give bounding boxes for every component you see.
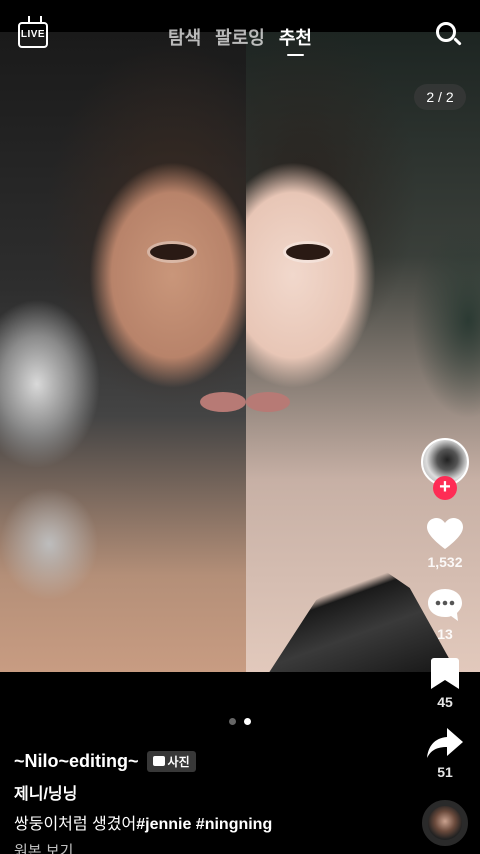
save-count: 45 <box>437 694 453 710</box>
music-disc[interactable] <box>422 800 468 846</box>
post-description: 쌍둥이처럼 생겼어#jennie #ningning <box>14 810 414 834</box>
eye-decoration <box>150 244 194 260</box>
top-nav: LIVE 탐색 팔로잉 추천 <box>0 0 480 70</box>
feed-tabs: 탐색 팔로잉 추천 <box>0 24 480 56</box>
description-text: 쌍둥이처럼 생겼어 <box>14 816 137 833</box>
share-button[interactable]: 51 <box>420 728 470 788</box>
post-title: 제니/닝닝 <box>14 786 78 803</box>
tab-following[interactable]: 팔로잉 <box>215 24 265 56</box>
comment-icon <box>428 589 462 621</box>
tab-for-you[interactable]: 추천 <box>279 24 312 56</box>
bookmark-icon <box>431 658 459 689</box>
tab-explore[interactable]: 탐색 <box>168 24 201 56</box>
share-count: 51 <box>437 764 453 780</box>
comment-button[interactable]: 13 <box>420 588 470 648</box>
show-original-link[interactable]: 원본 보기 <box>14 840 414 854</box>
author-row: ~Nilo~editing~ 사진 <box>14 748 414 774</box>
post-caption: ~Nilo~editing~ 사진 제니/닝닝 쌍둥이처럼 생겼어#jennie… <box>14 748 414 854</box>
comment-count: 13 <box>437 626 453 642</box>
photo-icon <box>152 756 165 766</box>
photo-badge-label: 사진 <box>167 754 190 769</box>
carousel-indicator <box>0 718 480 725</box>
carousel-dot <box>229 718 236 725</box>
creator-avatar-button[interactable]: + <box>420 438 470 500</box>
page-counter: 2 / 2 <box>414 84 466 110</box>
photo-mode-badge: 사진 <box>146 750 196 772</box>
lip-decoration <box>200 392 246 412</box>
save-button[interactable]: 45 <box>420 658 470 718</box>
post-photo[interactable] <box>0 32 480 672</box>
follow-plus-icon[interactable]: + <box>433 476 457 500</box>
lip-decoration <box>246 392 290 412</box>
carousel-dot-active <box>244 718 251 725</box>
like-button[interactable]: 1,532 <box>420 518 470 578</box>
photo-left-half <box>0 32 246 672</box>
hashtags[interactable]: #jennie #ningning <box>136 816 272 833</box>
username[interactable]: ~Nilo~editing~ <box>14 751 139 772</box>
like-count: 1,532 <box>427 554 463 570</box>
eye-decoration <box>286 244 330 260</box>
share-arrow-icon <box>427 728 463 758</box>
search-icon[interactable] <box>436 22 462 48</box>
heart-icon <box>427 518 463 549</box>
